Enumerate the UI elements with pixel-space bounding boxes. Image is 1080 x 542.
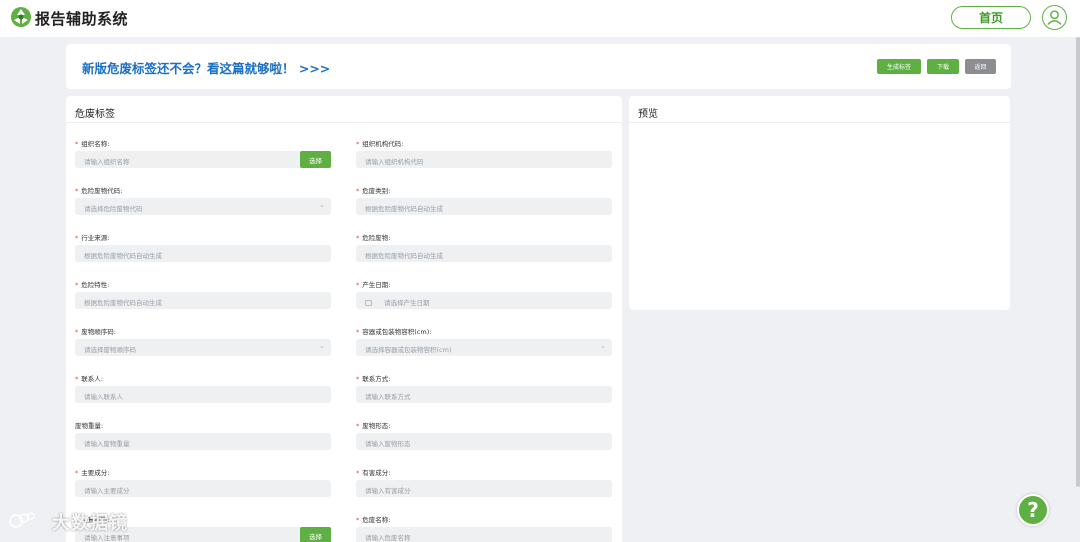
required-marker: *	[75, 140, 79, 148]
page-scrollbar[interactable]	[1076, 37, 1080, 487]
watermark-text: 大数据镜	[52, 513, 128, 534]
chevron-down-icon: ⌄	[319, 201, 325, 209]
field-label-hazard-property: * 危险特性:	[75, 281, 110, 289]
field-label-org-code: * 组织机构代码:	[356, 140, 404, 148]
required-marker: *	[356, 469, 360, 477]
org-select-button[interactable]: 选择	[300, 151, 331, 168]
top-bar: 报告辅助系统 首页	[0, 0, 1080, 37]
banner: 新版危废标签还不会？看这篇就够啦！ >>> 生成标签 下载 返回	[66, 44, 1011, 89]
required-marker: *	[75, 375, 79, 383]
harmful-components-input[interactable]: 请输入有害成分	[356, 480, 612, 497]
waste-code-select[interactable]: 请选择危险废物代码 ⌄	[75, 198, 331, 215]
field-label-waste-name: * 危废名称:	[356, 516, 391, 524]
field-label-hazardous-waste: * 危险废物:	[356, 234, 391, 242]
form-panel-title: 危废标签	[66, 96, 622, 123]
precautions-select-button[interactable]: 选择	[300, 527, 331, 542]
preview-panel: 预览	[629, 96, 1010, 310]
required-marker: *	[356, 328, 360, 336]
app-title: 报告辅助系统	[35, 10, 129, 28]
field-label-sequence-code: * 废物顺序码:	[75, 328, 116, 336]
required-marker: *	[356, 375, 360, 383]
container-volume-select[interactable]: 请选择容器或包装物容积(cm) ⌄	[356, 339, 612, 356]
required-marker: *	[356, 516, 360, 524]
field-label-org-name: * 组织名称:	[75, 140, 110, 148]
field-label-waste-form: * 废物形态:	[356, 422, 391, 430]
calendar-icon	[365, 300, 372, 306]
required-marker: *	[75, 281, 79, 289]
field-label-production-date: * 产生日期:	[356, 281, 391, 289]
help-question-icon[interactable]: ?	[1017, 494, 1049, 526]
waste-weight-input[interactable]: 请输入废物重量	[75, 433, 331, 450]
field-label-contact-info: * 联系方式:	[356, 375, 391, 383]
field-label-contact-person: * 联系人:	[75, 375, 103, 383]
required-marker: *	[75, 234, 79, 242]
required-marker: *	[356, 422, 360, 430]
required-marker: *	[356, 187, 360, 195]
production-date-picker[interactable]: 请选择产生日期	[356, 292, 612, 309]
field-label-waste-weight: 废物重量:	[75, 422, 104, 430]
contact-person-input[interactable]: 请输入联系人	[75, 386, 331, 403]
field-label-container-volume: * 容器或包装物容积(cm):	[356, 328, 432, 336]
org-code-input[interactable]: 请输入组织机构代码	[356, 151, 612, 168]
watermark-logo-icon	[9, 512, 35, 528]
sequence-code-select[interactable]: 请选择废物顺序码 ⌄	[75, 339, 331, 356]
field-label-waste-category: * 危废类别:	[356, 187, 391, 195]
user-icon[interactable]	[1042, 5, 1067, 30]
required-marker: *	[356, 234, 360, 242]
hazardous-label-form-panel: 危废标签 * 组织名称: 请输入组织名称 选择 * 组织机构代码: 请输入组织机构代…	[66, 96, 622, 542]
field-label-harmful-components: * 有害成分:	[356, 469, 391, 477]
waste-name-input[interactable]: 请输入危废名称	[356, 527, 612, 542]
required-marker: *	[75, 328, 79, 336]
hazardous-waste-input: 根据危险废物代码自动生成	[356, 245, 612, 262]
back-button[interactable]: 返回	[965, 59, 996, 74]
required-marker: *	[75, 469, 79, 477]
chevron-down-icon: ⌄	[319, 342, 325, 350]
contact-info-input[interactable]: 请输入联系方式	[356, 386, 612, 403]
home-button[interactable]: 首页	[951, 6, 1031, 29]
field-label-main-components: * 主要成分:	[75, 469, 110, 477]
hazard-property-input: 根据危险废物代码自动生成	[75, 292, 331, 309]
generate-label-button[interactable]: 生成标签	[877, 59, 921, 74]
required-marker: *	[356, 281, 360, 289]
waste-form-input[interactable]: 请输入废物形态	[356, 433, 612, 450]
preview-panel-title: 预览	[629, 96, 1010, 123]
download-button[interactable]: 下载	[927, 59, 959, 74]
tutorial-link[interactable]: 新版危废标签还不会？看这篇就够啦！ >>>	[82, 58, 330, 77]
required-marker: *	[75, 187, 79, 195]
org-name-input[interactable]: 请输入组织名称	[75, 151, 331, 168]
green-recycle-logo-icon	[11, 7, 31, 27]
chevron-down-icon: ⌄	[600, 342, 606, 350]
field-label-industry-source: * 行业来源:	[75, 234, 110, 242]
waste-category-input: 根据危险废物代码自动生成	[356, 198, 612, 215]
main-components-input[interactable]: 请输入主要成分	[75, 480, 331, 497]
required-marker: *	[356, 140, 360, 148]
field-label-waste-code: * 危险废物代码:	[75, 187, 123, 195]
industry-source-input: 根据危险废物代码自动生成	[75, 245, 331, 262]
